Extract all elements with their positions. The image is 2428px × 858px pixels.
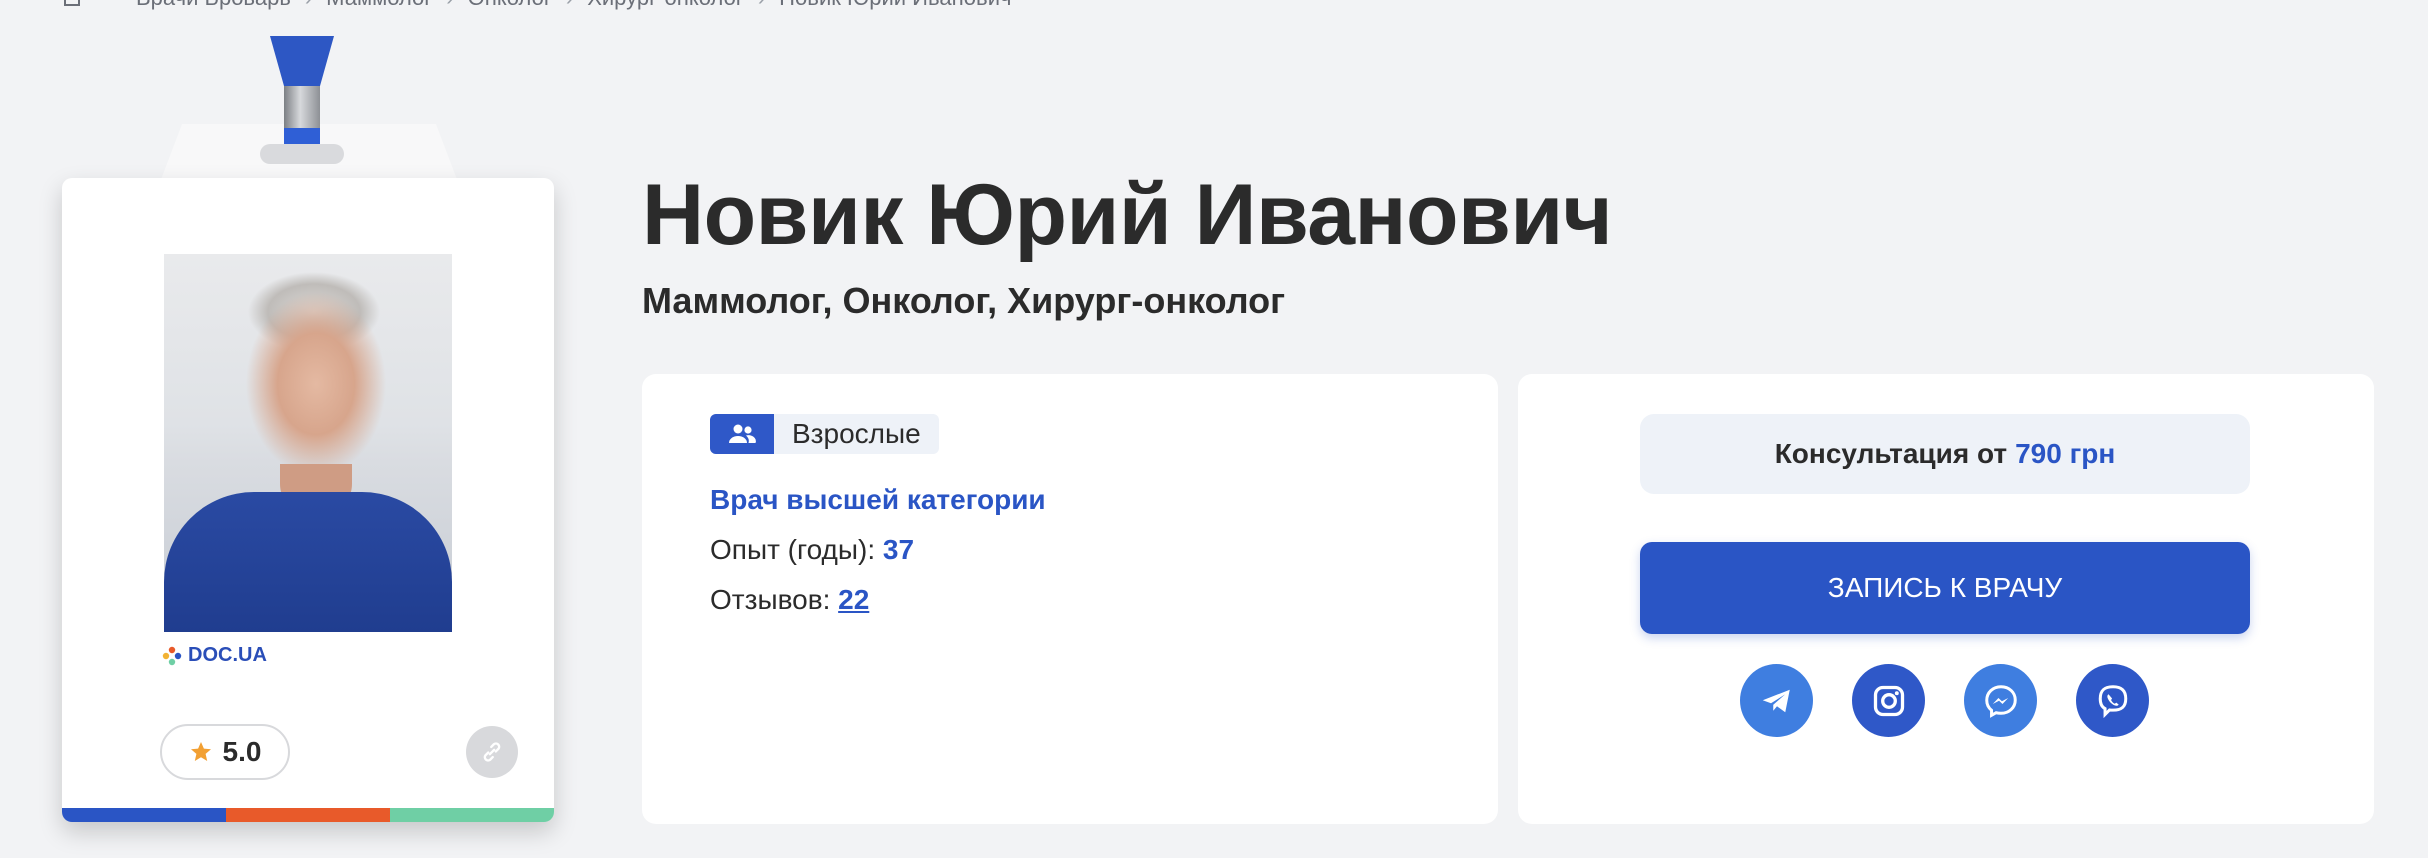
badge-color-stripes bbox=[62, 808, 554, 822]
breadcrumb-item[interactable]: Врачи Броварь bbox=[122, 0, 305, 11]
price-value: 790 грн bbox=[2015, 438, 2116, 469]
doctor-specialties: Маммолог, Онколог, Хирург-онколог bbox=[642, 280, 1286, 321]
lanyard-strap bbox=[270, 36, 334, 86]
doctor-info-panel: Взрослые Врач высшей категории Опыт (год… bbox=[642, 374, 1498, 824]
breadcrumb-item[interactable]: Маммолог bbox=[312, 0, 446, 11]
doc-ua-logo-text: DOC.UA bbox=[188, 644, 267, 666]
book-appointment-button[interactable]: ЗАПИСЬ К ВРАЧУ bbox=[1640, 542, 2250, 634]
star-icon bbox=[190, 742, 211, 761]
reviews-row: Отзывов: 22 bbox=[710, 584, 869, 616]
lanyard-clip bbox=[284, 86, 320, 128]
consultation-price: Консультация от 790 грн bbox=[1640, 414, 2250, 494]
booking-panel: Консультация от 790 грн ЗАПИСЬ К ВРАЧУ bbox=[1518, 374, 2374, 824]
doctor-category: Врач высшей категории bbox=[710, 484, 1046, 515]
experience-label: Опыт (годы): bbox=[710, 534, 876, 565]
stripe-green bbox=[390, 808, 554, 822]
reviews-label: Отзывов: bbox=[710, 584, 831, 615]
instagram-button[interactable] bbox=[1852, 664, 1925, 737]
patient-group-tag: Взрослые bbox=[710, 414, 939, 454]
telegram-icon bbox=[1762, 689, 1790, 712]
viber-button[interactable] bbox=[2076, 664, 2149, 737]
breadcrumb-separator: › bbox=[305, 0, 312, 11]
link-icon bbox=[483, 742, 501, 762]
breadcrumb-separator: › bbox=[566, 0, 573, 11]
copy-link-button[interactable] bbox=[466, 726, 518, 778]
breadcrumb-separator: › bbox=[758, 0, 765, 11]
breadcrumb-item[interactable]: Хирург-онколог bbox=[573, 0, 758, 11]
experience-row: Опыт (годы): 37 bbox=[710, 534, 914, 566]
instagram-icon bbox=[1873, 685, 1904, 716]
telegram-button[interactable] bbox=[1740, 664, 1813, 737]
viber-icon bbox=[2098, 684, 2127, 718]
experience-value: 37 bbox=[882, 534, 915, 565]
breadcrumb-current: Новик Юрий Иванович bbox=[765, 0, 1025, 11]
stripe-orange bbox=[226, 808, 390, 822]
price-prefix: Консультация от bbox=[1774, 438, 2008, 469]
stripe-blue bbox=[62, 808, 226, 822]
doctor-photo bbox=[164, 254, 452, 632]
breadcrumb-separator: › bbox=[446, 0, 453, 11]
doctor-name: Новик Юрий Иванович bbox=[642, 167, 1613, 263]
home-icon[interactable] bbox=[62, 0, 82, 8]
rating-badge: 5.0 bbox=[160, 724, 290, 780]
social-contacts bbox=[1740, 664, 2149, 737]
breadcrumb: Врачи Броварь › Маммолог › Онколог › Хир… bbox=[62, 0, 1025, 10]
messenger-button[interactable] bbox=[1964, 664, 2037, 737]
reviews-link[interactable]: 22 bbox=[838, 584, 869, 615]
patient-group-label: Взрослые bbox=[792, 418, 921, 449]
badge-slot bbox=[260, 144, 344, 164]
breadcrumb-item[interactable]: Онколог bbox=[454, 0, 566, 11]
doc-ua-logo-icon bbox=[162, 646, 182, 665]
people-icon bbox=[710, 414, 774, 454]
doc-ua-logo: DOC.UA bbox=[162, 644, 267, 667]
doctor-badge-card: DOC.UA 5.0 bbox=[62, 178, 554, 822]
rating-value: 5.0 bbox=[222, 736, 262, 767]
photo-shirt bbox=[164, 492, 452, 632]
messenger-icon bbox=[1984, 684, 2017, 718]
